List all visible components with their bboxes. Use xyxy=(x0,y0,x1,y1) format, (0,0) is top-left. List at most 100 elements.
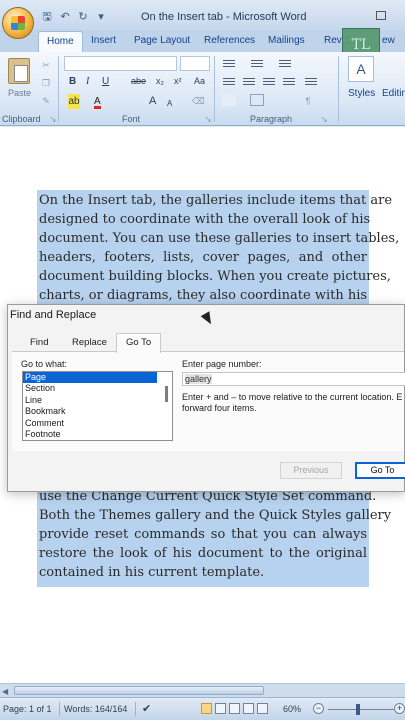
print-layout-icon[interactable] xyxy=(201,703,212,714)
draft-icon[interactable] xyxy=(257,703,268,714)
grow-font-button[interactable]: A xyxy=(149,94,156,109)
list-scrollbar[interactable] xyxy=(165,386,168,402)
doc-paragraph-line: contained in his current template. xyxy=(39,565,265,580)
outline-icon[interactable] xyxy=(243,703,254,714)
list-item[interactable]: Line xyxy=(23,395,157,406)
tab-home[interactable]: Home xyxy=(38,31,83,52)
shrink-font-button[interactable]: A xyxy=(167,96,172,111)
tab-insert[interactable]: Insert xyxy=(91,35,116,46)
title-bar: 🖫 ↶ ↻ ▾ On the Insert tab - Microsoft Wo… xyxy=(0,0,405,30)
change-case-button[interactable]: Aa xyxy=(194,74,205,89)
line-spacing-icon[interactable] xyxy=(304,76,318,88)
font-color-button[interactable]: A xyxy=(94,94,101,109)
zoom-level[interactable]: 60% xyxy=(283,704,301,714)
superscript-button[interactable]: x² xyxy=(174,74,182,89)
doc-paragraph-line: headers, footers, lists, cover pages, an… xyxy=(39,250,367,265)
zoom-out-button[interactable]: − xyxy=(313,703,324,714)
italic-button[interactable]: I xyxy=(86,74,89,89)
list-item[interactable]: Footnote xyxy=(23,429,157,440)
group-clipboard: Clipboard xyxy=(2,114,41,124)
tab-references[interactable]: References xyxy=(204,35,255,46)
font-name-combo[interactable] xyxy=(64,56,177,71)
proofing-icon[interactable]: ✔ xyxy=(142,702,151,715)
underline-button[interactable]: U xyxy=(102,74,109,89)
doc-paragraph-line: provide reset commands so that you can a… xyxy=(39,527,367,542)
paragraph-launcher-icon[interactable]: ↘ xyxy=(318,114,330,124)
help-text-line: Enter + and – to move relative to the cu… xyxy=(182,392,403,402)
cut-icon[interactable]: ✂ xyxy=(40,60,52,70)
styles-button[interactable]: Styles xyxy=(348,88,375,99)
group-font: Font xyxy=(122,114,141,124)
scroll-left-icon[interactable]: ◀ xyxy=(2,687,8,696)
format-painter-icon[interactable]: ✎ xyxy=(40,96,52,106)
doc-paragraph-line: document. You can use these galleries to… xyxy=(39,231,400,246)
undo-icon[interactable]: ↶ xyxy=(58,10,72,24)
font-size-combo[interactable] xyxy=(180,56,210,71)
align-left-icon[interactable] xyxy=(222,76,236,88)
page-number-label: Enter page number: xyxy=(182,359,262,369)
zoom-slider[interactable] xyxy=(328,709,394,710)
maximize-button[interactable] xyxy=(376,11,386,20)
go-to-button[interactable]: Go To xyxy=(355,462,405,479)
list-item[interactable]: Comment xyxy=(23,418,157,429)
go-to-what-list[interactable]: Page Section Line Bookmark Comment Footn… xyxy=(22,371,173,441)
zoom-slider-thumb[interactable] xyxy=(356,704,360,715)
help-text-line: forward four items. xyxy=(182,403,257,413)
tab-replace[interactable]: Replace xyxy=(72,337,107,348)
doc-paragraph-line: restore the look of his document to the … xyxy=(39,546,367,561)
office-button[interactable] xyxy=(2,7,34,39)
list-item[interactable]: Bookmark xyxy=(23,406,157,417)
doc-paragraph-line: charts, or diagrams, they also coordinat… xyxy=(39,288,368,303)
paste-label: Paste xyxy=(8,88,32,98)
scroll-thumb[interactable] xyxy=(14,686,264,695)
numbering-icon[interactable] xyxy=(250,58,264,70)
bullets-icon[interactable] xyxy=(222,58,236,70)
horizontal-scrollbar[interactable]: ◀ xyxy=(0,683,405,697)
page-number-input[interactable]: gallery xyxy=(182,372,405,386)
status-bar: Page: 1 of 1 Words: 164/164 ✔ 60% − + xyxy=(0,697,405,720)
copy-icon[interactable]: ❐ xyxy=(40,78,52,88)
highlight-icon[interactable]: ab xyxy=(68,94,80,109)
doc-paragraph-line: designed to coordinate with the overall … xyxy=(39,212,371,227)
strikethrough-button[interactable]: abe xyxy=(131,74,146,89)
ribbon: Paste ✂ ❐ ✎ Clipboard ↘ B I U abe x₂ x² … xyxy=(0,52,405,126)
editing-button[interactable]: Editin xyxy=(382,88,405,99)
page-number-value: gallery xyxy=(185,374,212,384)
redo-icon[interactable]: ↻ xyxy=(76,10,90,24)
justify-icon[interactable] xyxy=(282,76,296,88)
doc-paragraph-line: document building blocks. When you creat… xyxy=(39,269,391,284)
previous-button[interactable]: Previous xyxy=(280,462,342,479)
customize-icon[interactable]: ▾ xyxy=(94,10,108,24)
page-count[interactable]: Page: 1 of 1 xyxy=(3,704,52,714)
go-to-what-label: Go to what: xyxy=(21,359,68,369)
clear-formatting-icon[interactable]: ⌫ xyxy=(192,96,205,106)
tab-page-layout[interactable]: Page Layout xyxy=(134,35,190,46)
doc-paragraph-line: Both the Themes gallery and the Quick St… xyxy=(39,508,392,523)
tab-find[interactable]: Find xyxy=(30,337,48,348)
web-layout-icon[interactable] xyxy=(229,703,240,714)
paste-icon[interactable] xyxy=(8,58,30,84)
doc-paragraph-line: On the Insert tab, the galleries include… xyxy=(39,193,393,208)
tab-review[interactable]: Revi xyxy=(324,35,344,46)
shading-icon[interactable] xyxy=(222,94,236,106)
bold-button[interactable]: B xyxy=(69,74,76,89)
show-marks-icon[interactable]: ¶ xyxy=(302,96,314,106)
full-screen-reading-icon[interactable] xyxy=(215,703,226,714)
tab-view[interactable]: ew xyxy=(382,35,395,46)
multilevel-list-icon[interactable] xyxy=(278,58,292,70)
borders-icon[interactable] xyxy=(250,94,264,106)
save-icon[interactable]: 🖫 xyxy=(40,10,54,24)
word-count[interactable]: Words: 164/164 xyxy=(64,704,127,714)
styles-icon[interactable]: A xyxy=(348,56,374,82)
list-item[interactable]: Section xyxy=(23,383,157,394)
zoom-in-button[interactable]: + xyxy=(394,703,405,714)
tab-goto[interactable]: Go To xyxy=(116,333,162,353)
align-right-icon[interactable] xyxy=(262,76,276,88)
tab-mailings[interactable]: Mailings xyxy=(268,35,305,46)
subscript-button[interactable]: x₂ xyxy=(156,74,164,89)
align-center-icon[interactable] xyxy=(242,76,256,88)
font-launcher-icon[interactable]: ↘ xyxy=(202,114,214,124)
window-title: On the Insert tab - Microsoft Word xyxy=(141,11,307,23)
list-item[interactable]: Page xyxy=(23,372,157,384)
find-replace-dialog: Find and Replace Find Replace Go To Go t… xyxy=(7,304,405,492)
